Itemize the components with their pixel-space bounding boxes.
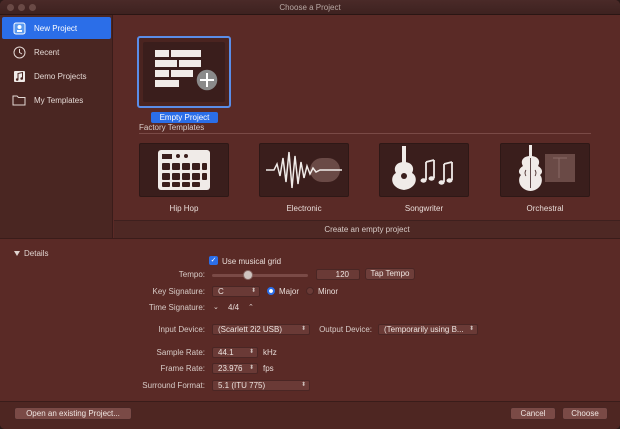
empty-project-label: Empty Project bbox=[151, 112, 218, 123]
surround-format-label: Surround Format: bbox=[142, 381, 205, 390]
sidebar-item-label: Demo Projects bbox=[34, 71, 87, 81]
details-label: Details bbox=[24, 249, 49, 258]
frame-rate-popup[interactable]: 23.976 ⬍ bbox=[212, 363, 258, 374]
sample-rate-unit: kHz bbox=[263, 348, 277, 357]
close-window-button[interactable] bbox=[7, 4, 14, 11]
sidebar-item-new-project[interactable]: New Project bbox=[2, 17, 111, 39]
major-radio[interactable] bbox=[267, 287, 275, 295]
choose-project-window: Choose a Project New Project Recent Demo… bbox=[0, 0, 620, 429]
time-signature-value: 4/4 bbox=[228, 303, 240, 312]
output-device-label: Output Device: bbox=[319, 325, 372, 334]
template-electronic[interactable] bbox=[259, 143, 349, 197]
template-hip-hop[interactable] bbox=[139, 143, 229, 197]
folder-icon bbox=[12, 93, 26, 107]
time-signature-label: Time Signature: bbox=[148, 303, 205, 312]
sample-rate-label: Sample Rate: bbox=[156, 348, 205, 357]
frame-rate-unit: fps bbox=[263, 364, 274, 373]
minor-label: Minor bbox=[318, 287, 339, 296]
tempo-label: Tempo: bbox=[178, 270, 205, 279]
project-chooser: Empty Project Factory Templates Hip Hop bbox=[114, 15, 620, 238]
clock-icon bbox=[12, 45, 26, 59]
logic-project-icon bbox=[12, 21, 26, 35]
key-signature-label: Key Signature: bbox=[152, 287, 205, 296]
sidebar: New Project Recent Demo Projects My Temp… bbox=[0, 15, 113, 238]
sidebar-item-demo-projects[interactable]: Demo Projects bbox=[2, 65, 111, 87]
time-signature-decrement[interactable]: ⌄ bbox=[213, 303, 219, 311]
guitar-icon bbox=[392, 146, 453, 190]
footer-bar: Open an existing Project... Cancel Choos… bbox=[0, 401, 620, 429]
minimize-window-button[interactable] bbox=[18, 4, 25, 11]
template-label-songwriter: Songwriter bbox=[404, 204, 444, 213]
updown-arrows-icon: ⬍ bbox=[250, 288, 256, 294]
music-note-icon bbox=[12, 69, 26, 83]
updown-arrows-icon: ⬍ bbox=[300, 382, 306, 388]
time-signature-increment[interactable]: ⌃ bbox=[248, 303, 254, 311]
sidebar-item-recent[interactable]: Recent bbox=[2, 41, 111, 63]
sidebar-item-my-templates[interactable]: My Templates bbox=[2, 89, 111, 111]
drum-machine-icon bbox=[158, 150, 210, 190]
template-orchestral[interactable] bbox=[500, 143, 590, 197]
surround-format-popup[interactable]: 5.1 (ITU 775) ⬍ bbox=[212, 380, 310, 391]
frame-rate-label: Frame Rate: bbox=[160, 364, 205, 373]
disclosure-triangle-icon bbox=[14, 251, 20, 256]
template-description: Create an empty project bbox=[114, 220, 620, 238]
tap-tempo-button[interactable]: Tap Tempo bbox=[365, 268, 415, 280]
zoom-window-button[interactable] bbox=[29, 4, 36, 11]
cancel-button[interactable]: Cancel bbox=[510, 407, 556, 420]
output-device-popup[interactable]: (Temporarily using B... ⬍ bbox=[378, 324, 478, 335]
sidebar-item-label: My Templates bbox=[34, 95, 84, 105]
updown-arrows-icon: ⬍ bbox=[468, 326, 474, 332]
tempo-slider-track[interactable] bbox=[212, 274, 308, 277]
key-signature-popup[interactable]: C ⬍ bbox=[212, 286, 260, 297]
violin-icon bbox=[518, 145, 575, 191]
use-musical-grid-label: Use musical grid bbox=[222, 257, 282, 266]
minor-radio[interactable] bbox=[306, 287, 314, 295]
tempo-field[interactable]: 120 bbox=[316, 269, 360, 280]
waveform-icon bbox=[266, 151, 342, 189]
section-divider bbox=[139, 133, 591, 134]
template-label-hip-hop: Hip Hop bbox=[169, 204, 199, 213]
details-disclosure[interactable]: Details bbox=[14, 249, 48, 258]
window-title: Choose a Project bbox=[279, 3, 341, 12]
tempo-slider-knob[interactable] bbox=[243, 270, 253, 280]
open-existing-project-button[interactable]: Open an existing Project... bbox=[14, 407, 132, 420]
empty-project-tile[interactable] bbox=[137, 36, 231, 108]
sidebar-item-label: New Project bbox=[34, 23, 78, 33]
choose-button[interactable]: Choose bbox=[562, 407, 608, 420]
major-label: Major bbox=[279, 287, 300, 296]
factory-templates-heading: Factory Templates bbox=[139, 123, 205, 132]
sidebar-item-label: Recent bbox=[34, 47, 60, 57]
input-device-label: Input Device: bbox=[158, 325, 205, 334]
template-label-orchestral: Orchestral bbox=[526, 204, 564, 213]
template-songwriter[interactable] bbox=[379, 143, 469, 197]
updown-arrows-icon: ⬍ bbox=[248, 365, 254, 371]
empty-project-icon bbox=[155, 50, 219, 92]
use-musical-grid-checkbox[interactable]: ✓ bbox=[209, 256, 218, 265]
template-label-electronic: Electronic bbox=[286, 204, 322, 213]
details-panel: Details ✓ Use musical grid Tempo: 120 Ta… bbox=[0, 238, 620, 401]
updown-arrows-icon: ⬍ bbox=[248, 349, 254, 355]
title-bar: Choose a Project bbox=[0, 0, 620, 15]
sample-rate-popup[interactable]: 44.1 ⬍ bbox=[212, 347, 258, 358]
